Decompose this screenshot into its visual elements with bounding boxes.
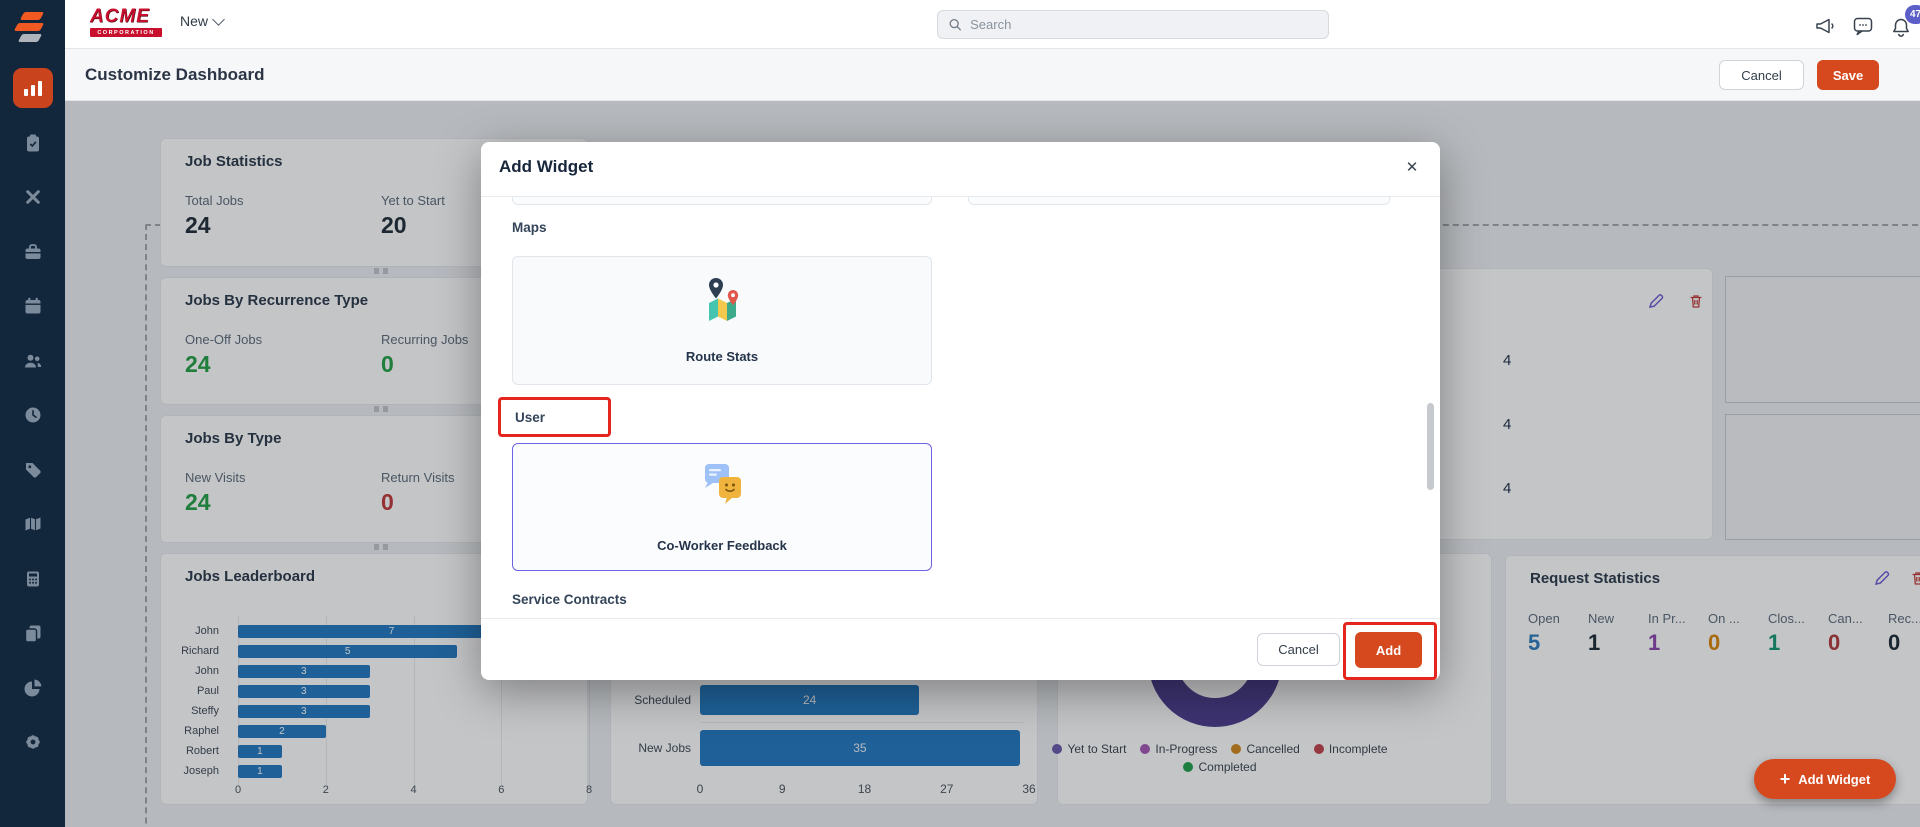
sidebar-item-calendar[interactable] [0, 284, 65, 328]
tag-icon [25, 463, 41, 478]
chat-icon[interactable] [1851, 14, 1875, 38]
zuper-logo-icon[interactable] [13, 10, 50, 46]
sidebar-item-settings[interactable] [0, 720, 65, 764]
widget-card-label: Co-Worker Feedback [657, 538, 787, 553]
map-route-pins-icon [709, 278, 739, 321]
sidebar-item-documents[interactable] [0, 611, 65, 655]
clipboard-icon [26, 134, 39, 152]
page-title: Customize Dashboard [85, 65, 265, 84]
scrolled-widget-card-partial [512, 197, 932, 205]
sidebar-item-dashboard[interactable] [13, 68, 53, 108]
calendar-icon [25, 297, 40, 314]
plus-icon: + [1779, 769, 1791, 789]
global-search [937, 10, 1329, 39]
search-input[interactable] [970, 17, 1318, 32]
close-icon[interactable]: ✕ [1401, 156, 1423, 178]
chat-feedback-icon [705, 464, 741, 504]
widget-card-route-stats[interactable]: Route Stats [512, 256, 932, 385]
widget-card-coworker-feedback[interactable]: Co-Worker Feedback [512, 443, 932, 571]
divider [481, 618, 1440, 619]
new-dropdown-label: New [180, 13, 209, 29]
chevron-down-icon [212, 12, 225, 26]
briefcase-icon [25, 244, 40, 259]
app-screen: ACME CORPORATION New 47 Customize Dashbo… [0, 0, 1920, 827]
gear-icon [25, 735, 40, 749]
page-header: Customize Dashboard Cancel Save [65, 49, 1920, 101]
sidebar-item-jobs[interactable] [0, 121, 65, 165]
section-label-user: User [515, 409, 546, 425]
sidebar-item-estimates[interactable] [0, 557, 65, 601]
modal-title: Add Widget [499, 157, 594, 176]
sidebar [0, 0, 65, 827]
announcements-icon[interactable] [1813, 14, 1837, 38]
sidebar-item-tools[interactable] [0, 175, 65, 219]
section-label-service-contracts: Service Contracts [512, 592, 627, 607]
section-label-maps: Maps [512, 220, 547, 235]
annotation-user-section-highlight: User [498, 397, 611, 437]
company-subtitle: CORPORATION [90, 28, 162, 37]
sidebar-item-services[interactable] [0, 230, 65, 274]
company-logo[interactable]: ACME CORPORATION [90, 7, 162, 37]
copy-icon [24, 625, 40, 643]
map-icon [25, 517, 40, 532]
widget-card-label: Route Stats [685, 349, 759, 364]
notification-badge: 47 [1905, 5, 1920, 24]
topbar: ACME CORPORATION New 47 [65, 0, 1920, 49]
sidebar-item-timesheets[interactable] [0, 393, 65, 437]
sidebar-item-teams[interactable] [0, 339, 65, 383]
calculator-icon [26, 571, 39, 587]
modal-scrollbar-thumb[interactable] [1427, 403, 1434, 490]
pie-chart-icon [24, 679, 41, 697]
save-button[interactable]: Save [1817, 60, 1879, 90]
cancel-button[interactable]: Cancel [1719, 60, 1804, 90]
new-dropdown[interactable]: New [180, 12, 225, 29]
add-widget-fab-label: Add Widget [1798, 771, 1871, 787]
annotation-add-button-highlight [1343, 622, 1437, 680]
scrolled-widget-card-partial [968, 197, 1390, 205]
clock-icon [25, 407, 40, 423]
modal-cancel-button[interactable]: Cancel [1257, 633, 1340, 666]
add-widget-fab[interactable]: + Add Widget [1754, 759, 1896, 799]
sidebar-item-tags[interactable] [0, 448, 65, 492]
tools-icon [25, 190, 40, 204]
bar-chart-icon [24, 80, 42, 96]
company-name: ACME [90, 6, 150, 27]
search-icon [949, 18, 962, 31]
users-icon [24, 354, 41, 368]
sidebar-item-maps[interactable] [0, 502, 65, 546]
add-widget-modal: Add Widget ✕ Maps Route Stats User Co-Wo… [481, 142, 1440, 680]
sidebar-item-reports[interactable] [0, 666, 65, 710]
